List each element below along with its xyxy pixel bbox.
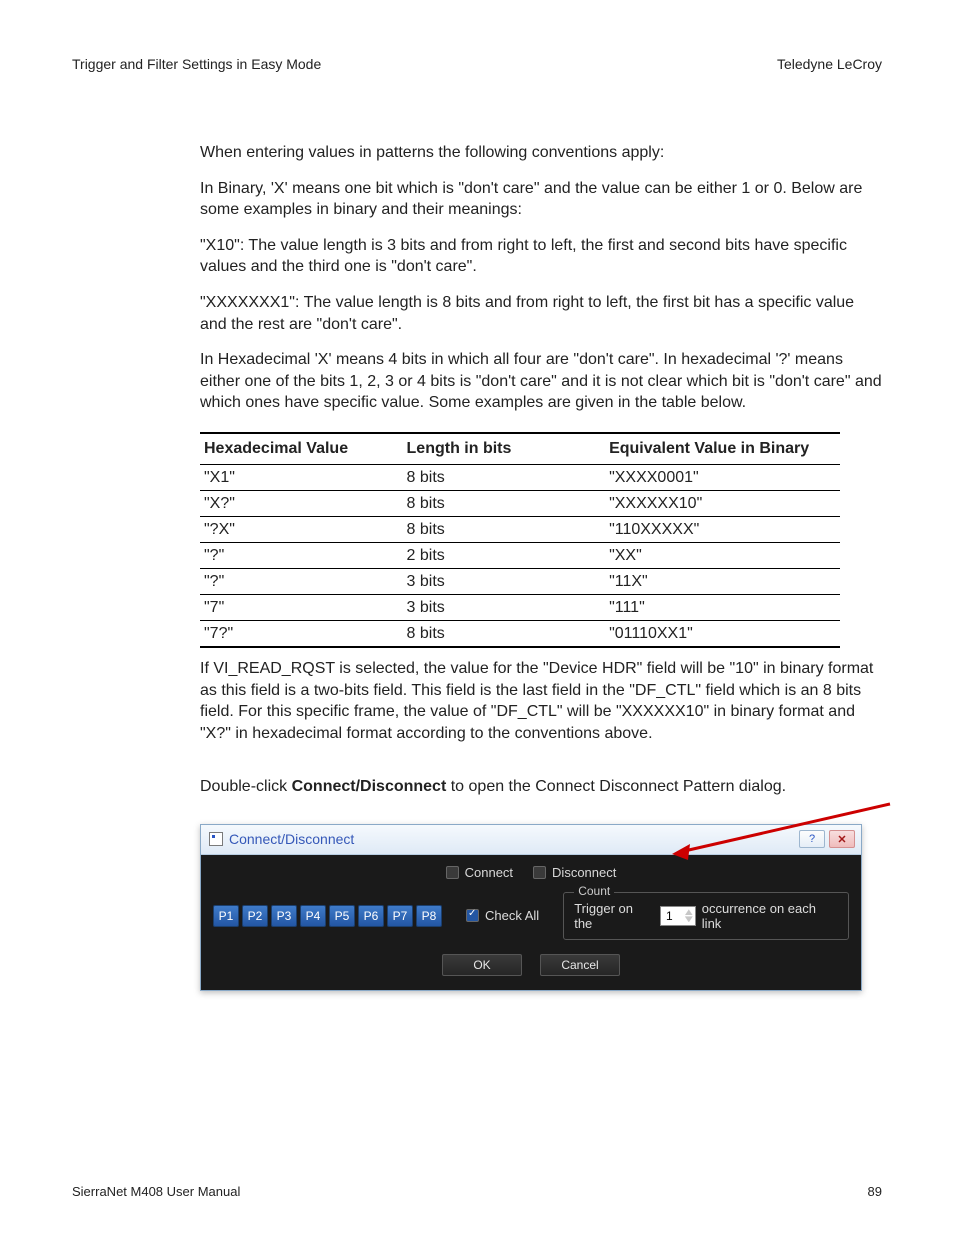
paragraph: "XXXXXXX1": The value length is 8 bits a… — [200, 292, 882, 335]
paragraph: Double-click Connect/Disconnect to open … — [200, 776, 882, 798]
header-right: Teledyne LeCroy — [777, 56, 882, 72]
cell: "110XXXXX" — [605, 516, 840, 542]
page-header: Trigger and Filter Settings in Easy Mode… — [72, 56, 882, 72]
chevron-up-icon — [685, 909, 693, 915]
chevron-down-icon — [685, 916, 693, 922]
page-footer: SierraNet M408 User Manual 89 — [72, 1184, 882, 1199]
cell: 3 bits — [403, 594, 606, 620]
table-row: "?"2 bits"XX" — [200, 542, 840, 568]
occurrence-stepper[interactable]: 1 — [660, 906, 696, 926]
table-row: "X?"8 bits"XXXXXX10" — [200, 490, 840, 516]
port-button-p2[interactable]: P2 — [242, 905, 268, 927]
text: Double-click — [200, 778, 292, 795]
cell: "7" — [200, 594, 403, 620]
count-pre-text: Trigger on the — [574, 901, 654, 931]
checkbox-label: Disconnect — [552, 865, 616, 880]
cell: "111" — [605, 594, 840, 620]
cell: 8 bits — [403, 620, 606, 647]
table-header: Length in bits — [403, 433, 606, 465]
cell: 8 bits — [403, 464, 606, 490]
cell: "X?" — [200, 490, 403, 516]
close-icon: ✕ — [837, 833, 846, 846]
table-row: "7"3 bits"111" — [200, 594, 840, 620]
page-number: 89 — [868, 1184, 882, 1199]
port-button-p8[interactable]: P8 — [416, 905, 442, 927]
cell: "11X" — [605, 568, 840, 594]
stepper-arrows[interactable] — [685, 909, 693, 922]
port-button-p4[interactable]: P4 — [300, 905, 326, 927]
connect-checkbox[interactable]: Connect — [446, 865, 513, 880]
cell: "X1" — [200, 464, 403, 490]
cell: "XXXXXX10" — [605, 490, 840, 516]
count-group: Count Trigger on the 1 occurrence on eac… — [563, 892, 849, 940]
cell: "XXXX0001" — [605, 464, 840, 490]
count-legend: Count — [574, 884, 614, 898]
paragraph: If VI_READ_RQST is selected, the value f… — [200, 658, 882, 744]
port-button-p6[interactable]: P6 — [358, 905, 384, 927]
dialog-title: Connect/Disconnect — [229, 831, 354, 847]
window-icon — [209, 832, 223, 846]
port-buttons: P1 P2 P3 P4 P5 P6 P7 P8 — [213, 905, 442, 927]
cell: 2 bits — [403, 542, 606, 568]
paragraph: In Binary, 'X' means one bit which is "d… — [200, 178, 882, 221]
table-header: Equivalent Value in Binary — [605, 433, 840, 465]
checkbox-label: Connect — [465, 865, 513, 880]
footer-left: SierraNet M408 User Manual — [72, 1184, 240, 1199]
help-icon: ? — [809, 833, 815, 845]
checkbox-icon — [446, 866, 459, 879]
table-row: "7?"8 bits"01110XX1" — [200, 620, 840, 647]
stepper-value: 1 — [666, 909, 673, 923]
cell: "?" — [200, 542, 403, 568]
port-button-p3[interactable]: P3 — [271, 905, 297, 927]
cell: 8 bits — [403, 490, 606, 516]
cell: "7?" — [200, 620, 403, 647]
table-row: "?X"8 bits"110XXXXX" — [200, 516, 840, 542]
paragraph: When entering values in patterns the fol… — [200, 142, 882, 164]
port-button-p1[interactable]: P1 — [213, 905, 239, 927]
ok-button[interactable]: OK — [442, 954, 522, 976]
table-row: "?"3 bits"11X" — [200, 568, 840, 594]
cell: "?X" — [200, 516, 403, 542]
text: to open the Connect Disconnect Pattern d… — [446, 778, 786, 795]
header-left: Trigger and Filter Settings in Easy Mode — [72, 56, 321, 72]
cell: "?" — [200, 568, 403, 594]
dialog-titlebar[interactable]: Connect/Disconnect ? ✕ — [201, 825, 861, 855]
table-row: "X1"8 bits"XXXX0001" — [200, 464, 840, 490]
cell: "XX" — [605, 542, 840, 568]
content-column: When entering values in patterns the fol… — [200, 142, 882, 1024]
hex-table: Hexadecimal Value Length in bits Equival… — [200, 432, 840, 648]
cell: 8 bits — [403, 516, 606, 542]
table-header: Hexadecimal Value — [200, 433, 403, 465]
count-post-text: occurrence on each link — [702, 901, 838, 931]
checkbox-label: Check All — [485, 908, 539, 923]
paragraph: In Hexadecimal 'X' means 4 bits in which… — [200, 349, 882, 414]
dialog-screenshot: Connect/Disconnect ? ✕ Connect Disconnec… — [200, 824, 862, 1024]
disconnect-checkbox[interactable]: Disconnect — [533, 865, 616, 880]
checkbox-checked-icon — [466, 909, 479, 922]
cell: 3 bits — [403, 568, 606, 594]
port-button-p5[interactable]: P5 — [329, 905, 355, 927]
checkbox-icon — [533, 866, 546, 879]
help-button[interactable]: ? — [799, 830, 825, 848]
connect-disconnect-keyword: Connect/Disconnect — [292, 778, 447, 795]
connect-disconnect-dialog: Connect/Disconnect ? ✕ Connect Disconnec… — [200, 824, 862, 991]
cancel-button[interactable]: Cancel — [540, 954, 620, 976]
port-button-p7[interactable]: P7 — [387, 905, 413, 927]
cell: "01110XX1" — [605, 620, 840, 647]
check-all-checkbox[interactable]: Check All — [466, 908, 539, 923]
paragraph: "X10": The value length is 3 bits and fr… — [200, 235, 882, 278]
close-button[interactable]: ✕ — [829, 830, 855, 848]
